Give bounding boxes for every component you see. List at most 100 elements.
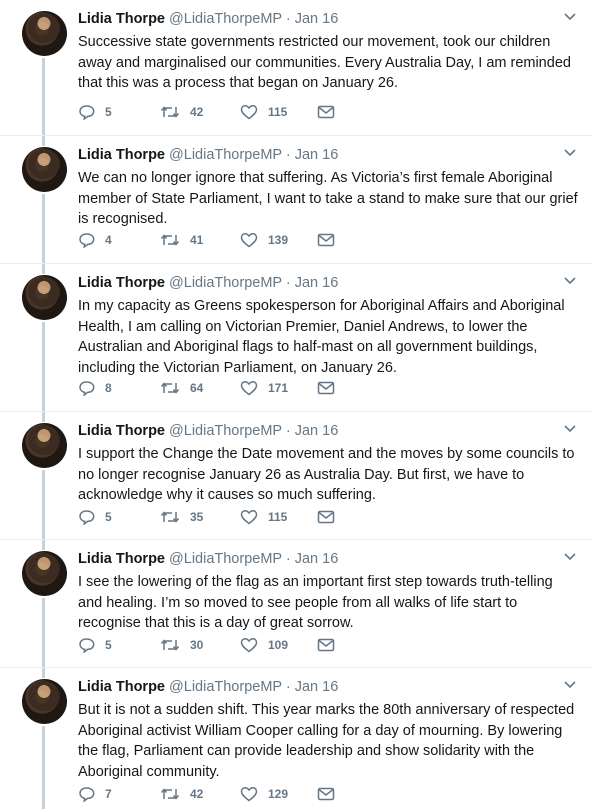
author-name[interactable]: Lidia Thorpe bbox=[78, 423, 165, 439]
reply-count: 5 bbox=[105, 510, 112, 524]
avatar[interactable] bbox=[22, 551, 67, 596]
tweet-date[interactable]: Jan 16 bbox=[295, 11, 339, 27]
author-name[interactable]: Lidia Thorpe bbox=[78, 275, 165, 291]
author-name[interactable]: Lidia Thorpe bbox=[78, 147, 165, 163]
reply-count: 4 bbox=[105, 233, 112, 247]
retweet-button[interactable]: 35 bbox=[160, 508, 203, 526]
retweet-button[interactable]: 64 bbox=[160, 379, 203, 397]
tweet-date[interactable]: Jan 16 bbox=[295, 679, 339, 695]
direct-message-icon bbox=[317, 787, 335, 801]
direct-message-icon bbox=[317, 638, 335, 652]
like-button[interactable]: 109 bbox=[240, 636, 288, 654]
tweet-header: Lidia Thorpe @LidiaThorpeMP · Jan 16 bbox=[78, 679, 338, 696]
retweet-icon bbox=[160, 511, 180, 523]
reply-icon bbox=[79, 233, 95, 248]
direct-message-button[interactable] bbox=[317, 231, 335, 249]
retweet-button[interactable]: 30 bbox=[160, 636, 203, 654]
direct-message-button[interactable] bbox=[317, 103, 335, 121]
tweet[interactable]: Lidia Thorpe @LidiaThorpeMP · Jan 16 I s… bbox=[0, 540, 592, 668]
tweet-text: I see the lowering of the flag as an imp… bbox=[78, 574, 553, 631]
like-count: 109 bbox=[268, 638, 289, 652]
tweet[interactable]: Lidia Thorpe @LidiaThorpeMP · Jan 16 Suc… bbox=[0, 0, 592, 136]
author-handle[interactable]: @LidiaThorpeMP bbox=[169, 147, 282, 163]
avatar[interactable] bbox=[22, 275, 67, 320]
avatar[interactable] bbox=[22, 423, 67, 468]
reply-button[interactable]: 8 bbox=[78, 379, 112, 397]
like-icon bbox=[240, 232, 258, 248]
tweet-header: Lidia Thorpe @LidiaThorpeMP · Jan 16 bbox=[78, 551, 338, 568]
author-handle[interactable]: @LidiaThorpeMP bbox=[169, 551, 282, 567]
reply-button[interactable]: 7 bbox=[78, 785, 112, 803]
like-button[interactable]: 115 bbox=[240, 508, 287, 526]
author-name[interactable]: Lidia Thorpe bbox=[78, 679, 165, 695]
chevron-down-icon[interactable] bbox=[564, 12, 576, 22]
like-count: 171 bbox=[268, 381, 289, 395]
author-name[interactable]: Lidia Thorpe bbox=[78, 11, 165, 27]
reply-icon bbox=[79, 105, 95, 120]
tweet-date[interactable]: Jan 16 bbox=[295, 423, 339, 439]
tweet[interactable]: Lidia Thorpe @LidiaThorpeMP · Jan 16 In … bbox=[0, 264, 592, 412]
tweet-date[interactable]: Jan 16 bbox=[295, 275, 339, 291]
direct-message-button[interactable] bbox=[317, 508, 335, 526]
like-count: 139 bbox=[268, 233, 289, 247]
direct-message-button[interactable] bbox=[317, 636, 335, 654]
reply-button[interactable]: 4 bbox=[78, 231, 112, 249]
chevron-down-icon[interactable] bbox=[564, 276, 576, 286]
reply-button[interactable]: 5 bbox=[78, 103, 112, 121]
tweet-actions: 5 30 109 bbox=[78, 636, 378, 654]
separator: · bbox=[285, 275, 291, 291]
reply-icon bbox=[79, 510, 95, 525]
tweet[interactable]: Lidia Thorpe @LidiaThorpeMP · Jan 16 But… bbox=[0, 668, 592, 809]
tweet-text: In my capacity as Greens spokesperson fo… bbox=[78, 298, 565, 376]
author-handle[interactable]: @LidiaThorpeMP bbox=[169, 679, 282, 695]
chevron-down-icon[interactable] bbox=[564, 148, 576, 158]
tweet[interactable]: Lidia Thorpe @LidiaThorpeMP · Jan 16 We … bbox=[0, 136, 592, 264]
separator: · bbox=[285, 679, 291, 695]
retweet-button[interactable]: 42 bbox=[160, 785, 203, 803]
direct-message-icon bbox=[317, 510, 335, 524]
chevron-down-icon[interactable] bbox=[564, 552, 576, 562]
tweet-date[interactable]: Jan 16 bbox=[295, 147, 339, 163]
retweet-count: 42 bbox=[190, 787, 204, 801]
retweet-count: 30 bbox=[190, 638, 204, 652]
avatar[interactable] bbox=[22, 679, 67, 724]
avatar[interactable] bbox=[22, 11, 67, 56]
separator: · bbox=[285, 551, 291, 567]
like-button[interactable]: 115 bbox=[240, 103, 287, 121]
like-icon bbox=[240, 104, 258, 120]
author-name[interactable]: Lidia Thorpe bbox=[78, 551, 165, 567]
direct-message-icon bbox=[317, 381, 335, 395]
like-icon bbox=[240, 637, 258, 653]
retweet-icon bbox=[160, 234, 180, 246]
retweet-count: 64 bbox=[190, 381, 204, 395]
tweet-text: But it is not a sudden shift. This year … bbox=[78, 702, 575, 780]
author-handle[interactable]: @LidiaThorpeMP bbox=[169, 423, 282, 439]
reply-button[interactable]: 5 bbox=[78, 636, 112, 654]
separator: · bbox=[285, 423, 291, 439]
retweet-icon bbox=[160, 639, 180, 651]
reply-button[interactable]: 5 bbox=[78, 508, 112, 526]
chevron-down-icon[interactable] bbox=[564, 424, 576, 434]
like-count: 115 bbox=[268, 510, 288, 524]
author-handle[interactable]: @LidiaThorpeMP bbox=[169, 11, 282, 27]
direct-message-button[interactable] bbox=[317, 785, 335, 803]
retweet-button[interactable]: 42 bbox=[160, 103, 203, 121]
like-button[interactable]: 129 bbox=[240, 785, 288, 803]
retweet-count: 42 bbox=[190, 105, 204, 119]
direct-message-button[interactable] bbox=[317, 379, 335, 397]
tweet-actions: 4 41 139 bbox=[78, 231, 378, 249]
retweet-icon bbox=[160, 788, 180, 800]
like-button[interactable]: 139 bbox=[240, 231, 288, 249]
avatar[interactable] bbox=[22, 147, 67, 192]
reply-icon bbox=[79, 787, 95, 802]
tweet-header: Lidia Thorpe @LidiaThorpeMP · Jan 16 bbox=[78, 423, 338, 440]
like-button[interactable]: 171 bbox=[240, 379, 288, 397]
tweet[interactable]: Lidia Thorpe @LidiaThorpeMP · Jan 16 I s… bbox=[0, 412, 592, 540]
tweet-text: We can no longer ignore that suffering. … bbox=[78, 170, 578, 227]
reply-count: 7 bbox=[105, 787, 112, 801]
chevron-down-icon[interactable] bbox=[564, 680, 576, 690]
separator: · bbox=[285, 147, 291, 163]
author-handle[interactable]: @LidiaThorpeMP bbox=[169, 275, 282, 291]
retweet-button[interactable]: 41 bbox=[160, 231, 203, 249]
tweet-date[interactable]: Jan 16 bbox=[295, 551, 339, 567]
